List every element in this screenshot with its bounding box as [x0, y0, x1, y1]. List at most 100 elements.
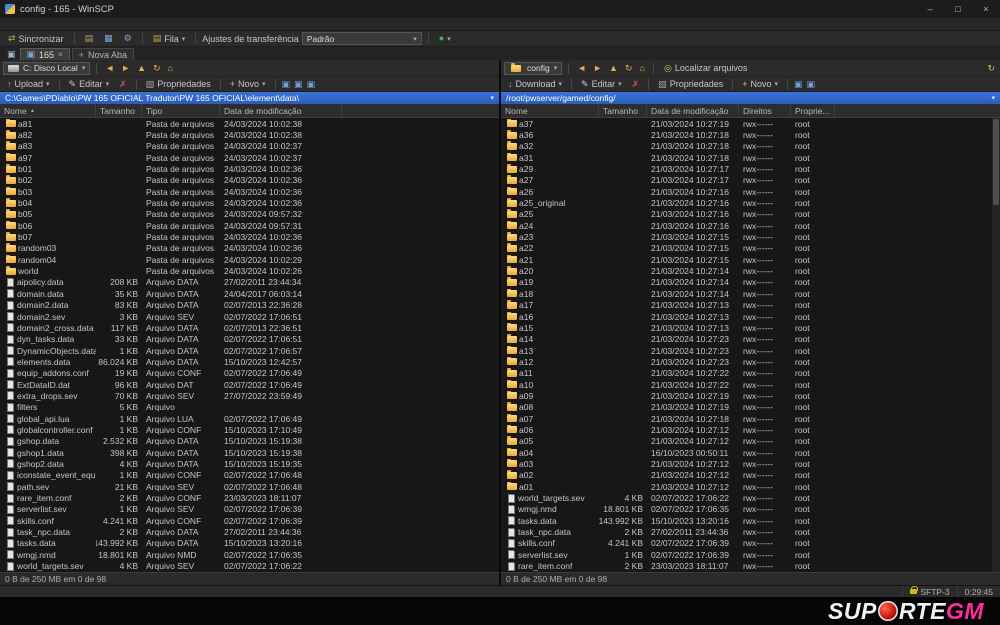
file-row[interactable]: globalcontroller.conf 1 KB Arquivo CONF …	[0, 424, 499, 435]
file-row[interactable]: a17 21/03/2024 10:27:13 rwx------ root	[501, 300, 1000, 311]
remote-path-bar[interactable]: /root/pwserver/gamed/config/ ▾	[501, 92, 1000, 104]
file-row[interactable]: b06 Pasta de arquivos 24/03/2024 09:57:3…	[0, 220, 499, 231]
delete-button[interactable]: ✗	[628, 77, 644, 91]
file-row[interactable]: a31 21/03/2024 10:27:18 rwx------ root	[501, 152, 1000, 163]
vertical-scrollbar[interactable]	[992, 118, 1000, 572]
tab-close-icon[interactable]: ×	[58, 50, 63, 59]
file-row[interactable]: a06 21/03/2024 10:27:12 rwx------ root	[501, 424, 1000, 435]
file-row[interactable]: a14 21/03/2024 10:27:23 rwx------ root	[501, 334, 1000, 345]
transfer-settings-dropdown[interactable]: Padrão ▾	[302, 32, 422, 45]
select-toggle-icon[interactable]: ▣	[293, 79, 304, 90]
column-header-date[interactable]: Data de modificação	[647, 104, 739, 117]
remote-dir-selector[interactable]: config ▾	[504, 62, 562, 75]
connection-status-button[interactable]: ● ▾	[435, 32, 455, 46]
preferences-button[interactable]: ⚙	[120, 32, 136, 46]
file-row[interactable]: a02 21/03/2024 10:27:12 rwx------ root	[501, 470, 1000, 481]
file-row[interactable]: a12 21/03/2024 10:27:23 rwx------ root	[501, 356, 1000, 367]
delete-button[interactable]: ✗	[115, 77, 131, 91]
file-row[interactable]: gshop1.data 398 KB Arquivo DATA 15/10/20…	[0, 447, 499, 458]
file-row[interactable]: tasks.data 143.992 KB 15/10/2023 13:20:1…	[501, 515, 1000, 526]
file-row[interactable]: aipolicy.data 208 KB Arquivo DATA 27/02/…	[0, 277, 499, 288]
file-row[interactable]: equip_addons.conf 19 KB Arquivo CONF 02/…	[0, 368, 499, 379]
path-menu-icon[interactable]: ▾	[490, 94, 494, 102]
new-button[interactable]: + Novo ▾	[226, 77, 270, 91]
select-toggle-icon[interactable]: ▣	[281, 79, 292, 90]
file-row[interactable]: a25 21/03/2024 10:27:16 rwx------ root	[501, 209, 1000, 220]
refresh-icon[interactable]: ↻	[623, 63, 635, 74]
refresh-icon[interactable]: ↻	[151, 63, 163, 74]
file-row[interactable]: a03 21/03/2024 10:27:12 rwx------ root	[501, 458, 1000, 469]
queue-button[interactable]: ▤ Fila ▾	[149, 32, 190, 46]
file-row[interactable]: a16 21/03/2024 10:27:13 rwx------ root	[501, 311, 1000, 322]
sync-browsing-icon[interactable]: ↻	[985, 63, 997, 74]
home-icon[interactable]: ⌂	[166, 63, 175, 73]
select-toggle-icon[interactable]: ▣	[806, 79, 817, 90]
forward-icon[interactable]: ►	[119, 63, 132, 73]
minimize-button[interactable]: –	[916, 0, 944, 18]
file-row[interactable]: dyn_tasks.data 33 KB Arquivo DATA 02/07/…	[0, 334, 499, 345]
column-header-rights[interactable]: Direitos	[739, 104, 791, 117]
file-row[interactable]: a27 21/03/2024 10:27:17 rwx------ root	[501, 175, 1000, 186]
scrollbar-thumb[interactable]	[993, 119, 999, 205]
file-row[interactable]: a19 21/03/2024 10:27:14 rwx------ root	[501, 277, 1000, 288]
file-row[interactable]: a15 21/03/2024 10:27:13 rwx------ root	[501, 322, 1000, 333]
local-path-bar[interactable]: C:\Games\PDiablo\PW 165 OFICIAL Tradutor…	[0, 92, 499, 104]
file-row[interactable]: a26 21/03/2024 10:27:16 rwx------ root	[501, 186, 1000, 197]
forward-icon[interactable]: ►	[591, 63, 604, 73]
file-row[interactable]: tasks.data 143.992 KB Arquivo DATA 15/10…	[0, 538, 499, 549]
file-row[interactable]: a23 21/03/2024 10:27:15 rwx------ root	[501, 231, 1000, 242]
column-header-size[interactable]: Tamanho	[599, 104, 647, 117]
file-row[interactable]: domain2.data 83 KB Arquivo DATA 02/07/20…	[0, 300, 499, 311]
file-row[interactable]: a82 Pasta de arquivos 24/03/2024 10:02:3…	[0, 129, 499, 140]
file-row[interactable]: a11 21/03/2024 10:27:22 rwx------ root	[501, 368, 1000, 379]
drive-selector[interactable]: C: Disco Local ▾	[3, 62, 90, 75]
file-row[interactable]: ExtDataID.dat 96 KB Arquivo DAT 02/07/20…	[0, 379, 499, 390]
file-row[interactable]: b03 Pasta de arquivos 24/03/2024 10:02:3…	[0, 186, 499, 197]
file-row[interactable]: a07 21/03/2024 10:27:18 rwx------ root	[501, 413, 1000, 424]
download-button[interactable]: ↓ Download ▾	[504, 77, 566, 91]
synchronize-button[interactable]: ⇄ Sincronizar	[4, 32, 68, 46]
file-row[interactable]: serverlist.sev 1 KB Arquivo SEV 02/07/20…	[0, 504, 499, 515]
back-icon[interactable]: ◄	[575, 63, 588, 73]
file-row[interactable]: a09 21/03/2024 10:27:19 rwx------ root	[501, 390, 1000, 401]
file-row[interactable]: task_npc.data 2 KB Arquivo DATA 27/02/20…	[0, 526, 499, 537]
file-row[interactable]: a20 21/03/2024 10:27:14 rwx------ root	[501, 265, 1000, 276]
file-row[interactable]: iconstate_event_equi... 1 KB Arquivo CON…	[0, 470, 499, 481]
file-row[interactable]: a05 21/03/2024 10:27:12 rwx------ root	[501, 436, 1000, 447]
tab-165[interactable]: ▣ 165 ×	[20, 48, 70, 60]
file-row[interactable]: a04 16/10/2023 00:50:11 rwx------ root	[501, 447, 1000, 458]
file-row[interactable]: filters 5 KB Arquivo	[0, 402, 499, 413]
column-header-date[interactable]: Data de modificação	[220, 104, 342, 117]
file-row[interactable]: gshop2.data 4 KB Arquivo DATA 15/10/2023…	[0, 458, 499, 469]
parent-dir-icon[interactable]: ▲	[135, 63, 148, 73]
file-row[interactable]: b01 Pasta de arquivos 24/03/2024 10:02:3…	[0, 163, 499, 174]
file-row[interactable]: a25_original 21/03/2024 10:27:16 rwx----…	[501, 197, 1000, 208]
column-header-type[interactable]: Tipo	[142, 104, 220, 117]
properties-button[interactable]: ▧ Propriedades	[654, 77, 727, 91]
file-row[interactable]: random03 Pasta de arquivos 24/03/2024 10…	[0, 243, 499, 254]
file-row[interactable]: b04 Pasta de arquivos 24/03/2024 10:02:3…	[0, 197, 499, 208]
file-row[interactable]: rare_item.conf 2 KB Arquivo CONF 23/03/2…	[0, 492, 499, 503]
file-row[interactable]: domain2.sev 3 KB Arquivo SEV 02/07/2022 …	[0, 311, 499, 322]
file-row[interactable]: a10 21/03/2024 10:27:22 rwx------ root	[501, 379, 1000, 390]
file-row[interactable]: a37 21/03/2024 10:27:19 rwx------ root	[501, 118, 1000, 129]
file-row[interactable]: skills.conf 4.241 KB 02/07/2022 17:06:39…	[501, 538, 1000, 549]
edit-button[interactable]: ✎ Editar ▾	[65, 77, 114, 91]
maximize-button[interactable]: □	[944, 0, 972, 18]
file-row[interactable]: extra_drops.sev 70 KB Arquivo SEV 27/07/…	[0, 390, 499, 401]
file-row[interactable]: skills.conf 4.241 KB Arquivo CONF 02/07/…	[0, 515, 499, 526]
file-row[interactable]: a29 21/03/2024 10:27:17 rwx------ root	[501, 163, 1000, 174]
file-row[interactable]: a97 Pasta de arquivos 24/03/2024 10:02:3…	[0, 152, 499, 163]
file-row[interactable]: a13 21/03/2024 10:27:23 rwx------ root	[501, 345, 1000, 356]
file-row[interactable]: a22 21/03/2024 10:27:15 rwx------ root	[501, 243, 1000, 254]
file-row[interactable]: task_npc.data 2 KB 27/02/2011 23:44:36 r…	[501, 526, 1000, 537]
file-row[interactable]: wmgj.nmd 18.801 KB Arquivo NMD 02/07/202…	[0, 549, 499, 560]
column-header-name[interactable]: Nome	[501, 104, 599, 117]
column-header-name[interactable]: Nome ▲	[0, 104, 96, 117]
file-row[interactable]: path.sev 21 KB Arquivo SEV 02/07/2022 17…	[0, 481, 499, 492]
file-row[interactable]: wmgj.nmd 18.801 KB 02/07/2022 17:06:35 r…	[501, 504, 1000, 515]
file-row[interactable]: a18 21/03/2024 10:27:14 rwx------ root	[501, 288, 1000, 299]
select-toggle-icon[interactable]: ▣	[793, 79, 804, 90]
close-button[interactable]: ×	[972, 0, 1000, 18]
file-row[interactable]: a81 Pasta de arquivos 24/03/2024 10:02:3…	[0, 118, 499, 129]
